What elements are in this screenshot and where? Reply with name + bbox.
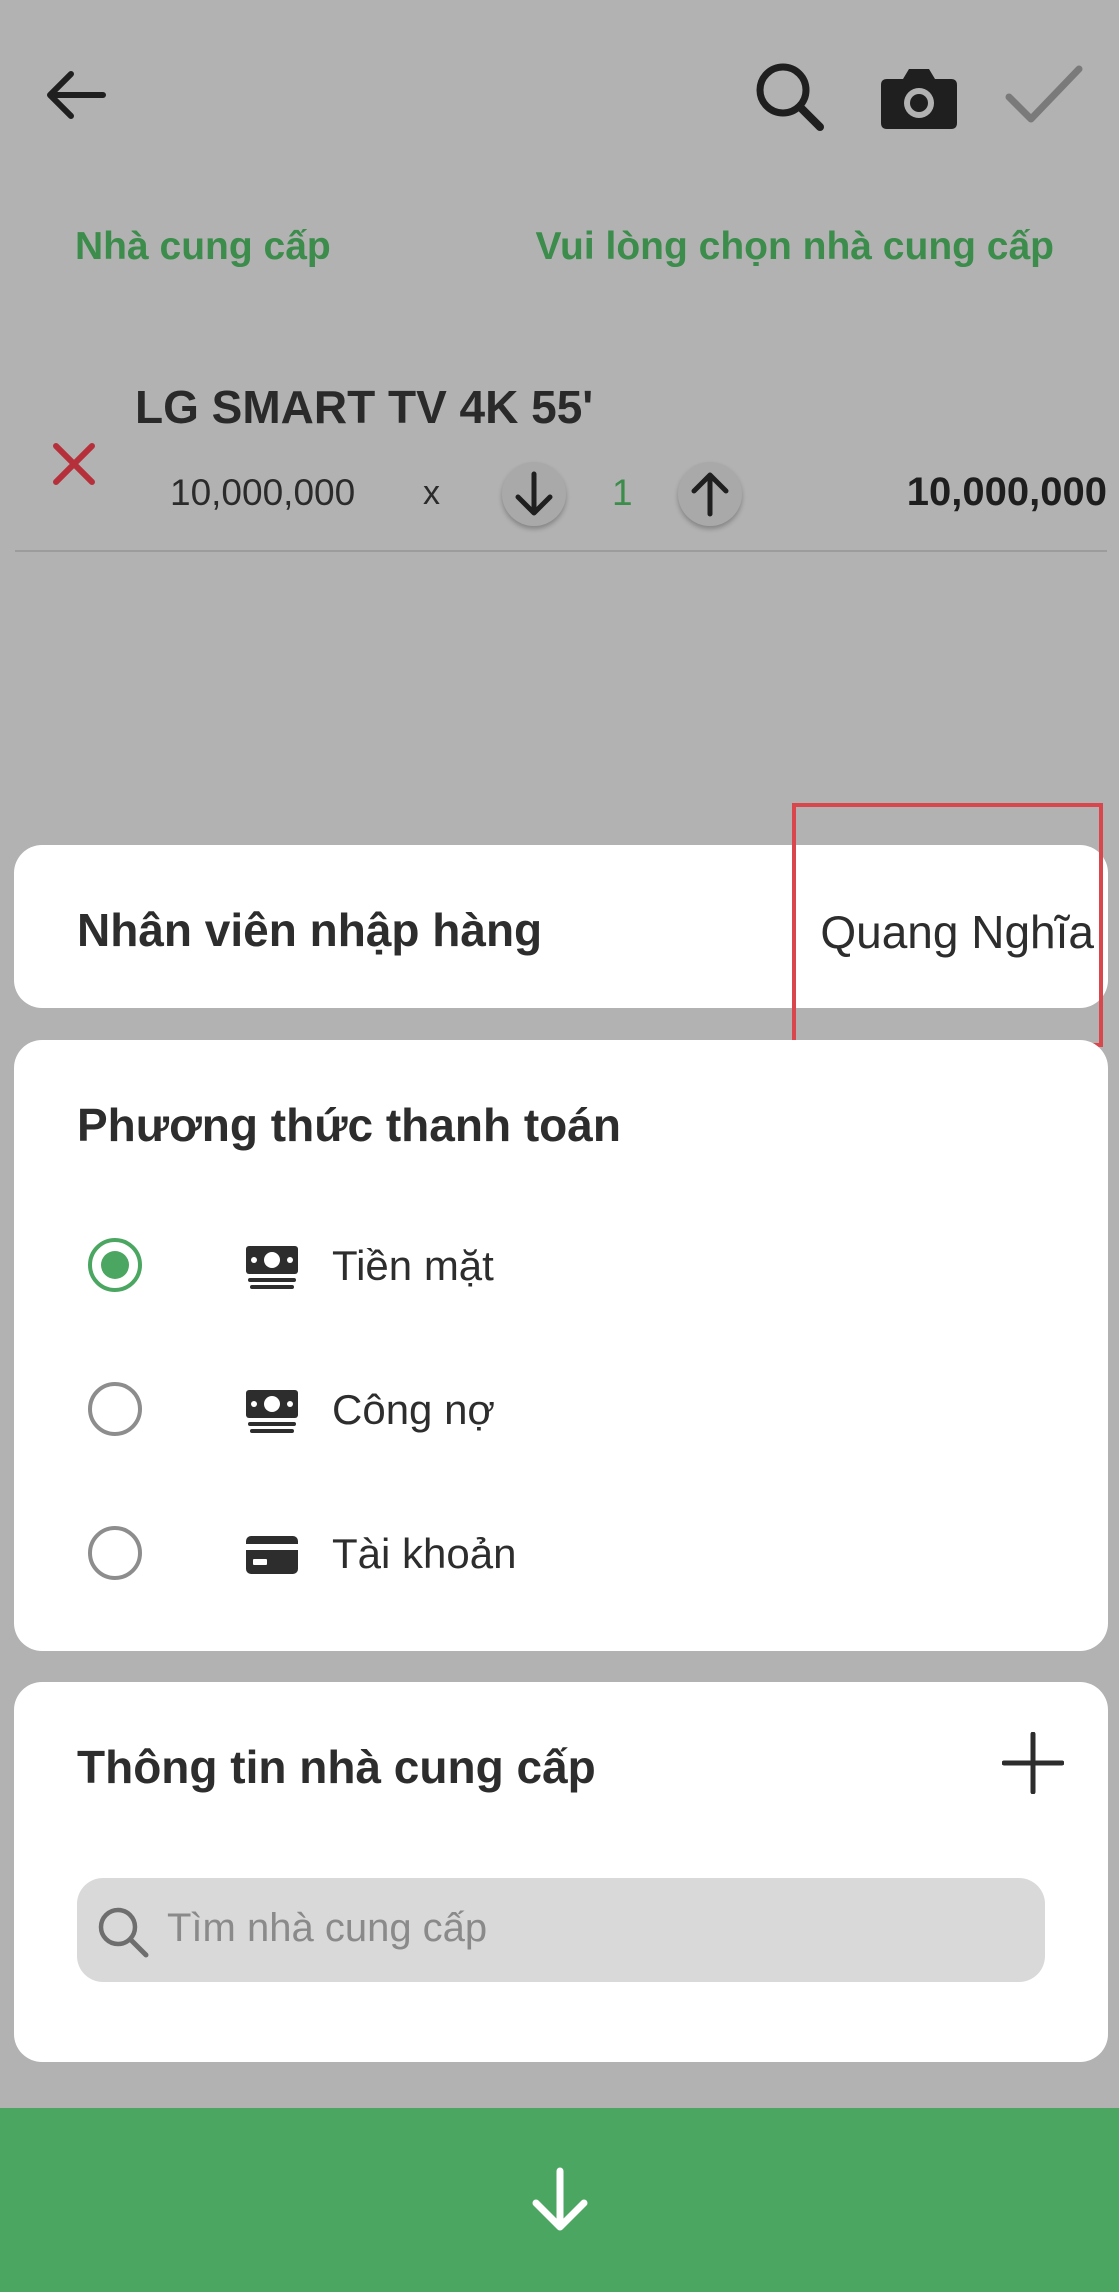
employee-label: Nhân viên nhập hàng (77, 904, 543, 956)
search-icon (756, 63, 824, 131)
cash-icon (246, 1246, 298, 1289)
arrow-up-icon (691, 472, 729, 517)
increase-quantity-button[interactable] (678, 462, 742, 526)
search-icon (98, 1907, 149, 1958)
arrow-down-icon (515, 471, 553, 516)
add-supplier-button[interactable] (998, 1728, 1068, 1798)
back-button[interactable] (36, 55, 116, 135)
payment-option-cash[interactable]: Tiền mặt (14, 1222, 1108, 1312)
cash-icon (246, 1390, 298, 1433)
arrow-down-icon (532, 2167, 587, 2231)
payment-option-debt[interactable]: Công nợ (14, 1366, 1108, 1456)
supplier-select[interactable]: Vui lòng chọn nhà cung cấp (535, 225, 1054, 269)
quantity-value[interactable]: 1 (612, 472, 633, 514)
arrow-left-icon (47, 71, 106, 119)
search-placeholder: Tìm nhà cung cấp (167, 1906, 488, 1950)
payment-option-label: Tài khoản (332, 1530, 517, 1577)
payment-option-label: Công nợ (332, 1386, 495, 1433)
radio-cash[interactable] (88, 1238, 142, 1292)
remove-item-button[interactable] (44, 434, 104, 494)
radio-debt[interactable] (88, 1382, 142, 1436)
unit-price[interactable]: 10,000,000 (170, 472, 355, 514)
decrease-quantity-button[interactable] (502, 462, 566, 526)
search-button[interactable] (748, 55, 832, 139)
camera-icon (881, 69, 957, 129)
close-icon (53, 443, 95, 485)
payment-card: Phương thức thanh toán Tiền mặt Công nợ (14, 1040, 1108, 1651)
payment-option-account[interactable]: Tài khoản (14, 1510, 1108, 1600)
supplier-search-input[interactable]: Tìm nhà cung cấp (77, 1878, 1045, 1982)
divider (15, 550, 1107, 552)
credit-card-icon (246, 1536, 298, 1574)
product-name: LG SMART TV 4K 55' (135, 381, 594, 433)
line-total: 10,000,000 (906, 470, 1107, 514)
plus-icon (1002, 1732, 1064, 1794)
supplier-info-card: Thông tin nhà cung cấp Tìm nhà cung cấp (14, 1682, 1108, 2062)
collapse-bar-button[interactable] (0, 2108, 1119, 2292)
supplier-row[interactable]: Nhà cung cấp Vui lòng chọn nhà cung cấp (0, 225, 1119, 275)
supplier-label: Nhà cung cấp (75, 225, 331, 268)
checkmark-icon (1005, 65, 1083, 123)
confirm-button[interactable] (998, 55, 1088, 135)
multiply-sign: x (423, 474, 440, 512)
camera-button[interactable] (874, 58, 964, 138)
payment-option-label: Tiền mặt (332, 1242, 494, 1289)
radio-account[interactable] (88, 1526, 142, 1580)
payment-title: Phương thức thanh toán (77, 1099, 621, 1151)
highlight-box (792, 803, 1103, 1047)
supplier-info-title: Thông tin nhà cung cấp (77, 1741, 596, 1793)
